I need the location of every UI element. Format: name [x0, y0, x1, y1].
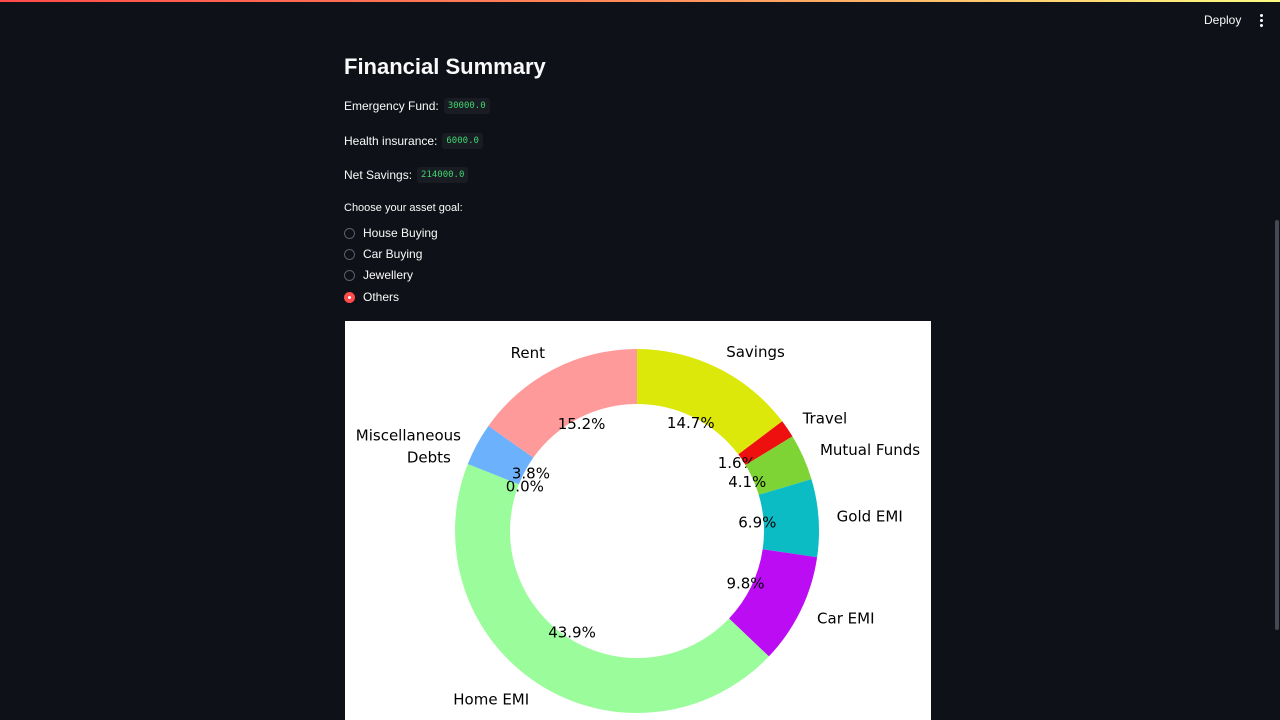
pct-label-rent: 15.2% [558, 415, 606, 433]
pct-label-savings: 14.7% [667, 414, 715, 432]
label-debts: Debts [407, 448, 451, 466]
radio-circle[interactable] [344, 269, 355, 281]
asset-goal-label: Choose your asset goal: [344, 202, 463, 214]
top-accent-bar [0, 0, 1280, 2]
label-car-emi: Car EMI [817, 610, 874, 628]
label-rent: Rent [511, 344, 545, 362]
label-savings: Savings [726, 343, 785, 361]
health-insurance-label: Health insurance: [344, 134, 438, 148]
emergency-fund-row: Emergency Fund: 30000.0 [344, 96, 490, 116]
label-gold-emi: Gold EMI [837, 508, 903, 526]
more-options-icon[interactable] [1253, 10, 1269, 30]
slice-home-emi [455, 464, 769, 713]
pct-label-car-emi: 9.8% [726, 575, 764, 593]
donut-chart-svg: Savings14.7% Travel1.6%Mutual Funds4.1%Go… [356, 343, 920, 713]
emergency-fund-label: Emergency Fund: [344, 99, 439, 113]
radio-option-label: Car Buying [363, 247, 423, 261]
radio-option-car-buying[interactable]: Car Buying [344, 244, 422, 264]
emergency-fund-value: 30000.0 [443, 98, 490, 114]
radio-option-jewellery[interactable]: Jewellery [344, 265, 413, 285]
radio-circle[interactable] [344, 227, 355, 239]
net-savings-row: Net Savings: 214000.0 [344, 165, 469, 185]
label-mutual-funds: Mutual Funds [820, 441, 920, 459]
deploy-button[interactable]: Deploy [1196, 10, 1249, 30]
health-insurance-value: 6000.0 [442, 133, 483, 149]
label-travel: Travel [802, 409, 848, 427]
label-miscellaneous: Miscellaneous [356, 427, 461, 445]
donut-chart: Savings 14.7% Travel 1.6% Mutual Funds 4.1% Go… [345, 321, 931, 720]
radio-option-others[interactable]: Others [344, 287, 399, 307]
radio-option-house-buying[interactable]: House Buying [344, 223, 438, 243]
radio-circle[interactable] [344, 248, 355, 260]
radio-option-label: Jewellery [363, 268, 414, 282]
radio-option-label: House Buying [363, 226, 438, 240]
slice-rent [488, 349, 637, 458]
health-insurance-row: Health insurance: 6000.0 [344, 131, 483, 151]
label-home-emi: Home EMI [453, 691, 529, 709]
pct-label-gold-emi: 6.9% [738, 513, 776, 531]
net-savings-label: Net Savings: [344, 168, 413, 182]
scrollbar[interactable] [1275, 220, 1279, 630]
pct-label-home-emi: 43.9% [548, 624, 596, 642]
net-savings-value: 214000.0 [417, 167, 469, 183]
radio-option-label: Others [363, 290, 400, 304]
radio-circle-selected[interactable] [344, 291, 355, 303]
pct-label-mutual-funds: 4.1% [728, 473, 766, 491]
pct-label-miscellaneous: 3.8% [512, 465, 550, 483]
page-title: Financial Summary [344, 54, 546, 79]
